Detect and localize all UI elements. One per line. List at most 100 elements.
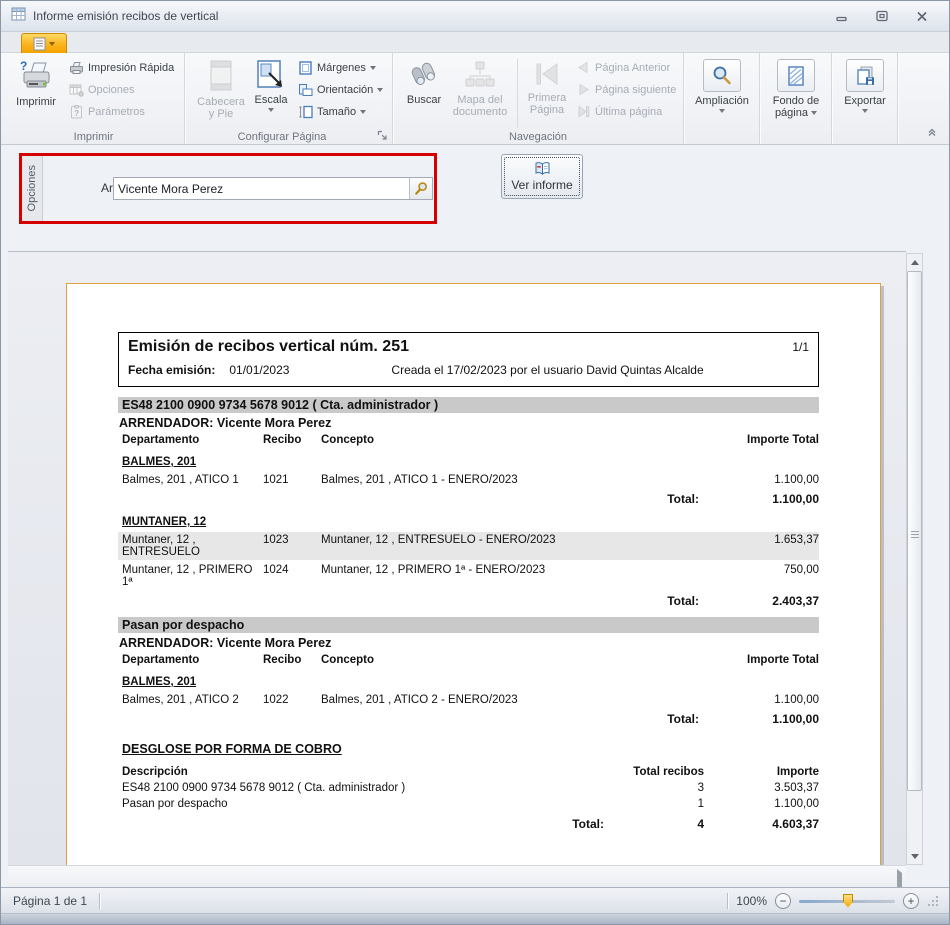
opciones-side-tab: Opciones xyxy=(22,156,43,221)
chevron-down-icon xyxy=(719,109,725,113)
ribbon-collapse-button[interactable] xyxy=(925,124,939,138)
mapa-documento-label: Mapa del documento xyxy=(449,94,511,118)
ultima-pagina-label: Última página xyxy=(595,106,662,118)
zoom-out-button[interactable]: − xyxy=(775,893,791,909)
col-recibo: Recibo xyxy=(263,434,321,446)
margenes-button[interactable]: Márgenes xyxy=(298,59,383,76)
printer-icon: ? xyxy=(19,59,53,93)
buscar-button[interactable]: Buscar xyxy=(401,56,447,106)
ultima-pagina-button[interactable]: Última página xyxy=(576,103,676,120)
impresion-rapida-label: Impresión Rápida xyxy=(88,62,174,74)
fondo-pagina-button[interactable]: Fondo de página xyxy=(765,56,827,119)
table-row: Muntaner, 12 , ENTRESUELO 1023 Muntaner,… xyxy=(118,532,819,560)
parameters-icon: ? xyxy=(69,105,84,119)
scroll-thumb[interactable] xyxy=(907,271,922,791)
primera-pagina-label: Primera Página xyxy=(523,92,571,116)
orientacion-label: Orientación xyxy=(317,84,373,96)
pagina-siguiente-button[interactable]: Página siguiente xyxy=(576,81,676,98)
close-icon xyxy=(914,8,930,24)
last-page-icon xyxy=(576,105,591,118)
chevron-down-icon xyxy=(377,88,383,92)
primera-pagina-button[interactable]: Primera Página xyxy=(523,56,571,116)
desglose-total-row: Total: 4 4.603,37 xyxy=(118,817,819,831)
exportar-button[interactable]: Exportar xyxy=(837,56,893,113)
vertical-scrollbar[interactable] xyxy=(906,253,923,865)
navegacion-small-buttons: Página Anterior Página siguiente Última … xyxy=(576,59,676,120)
orientacion-button[interactable]: Orientación xyxy=(298,81,383,98)
cabecera-pie-label: Cabecera y Pie xyxy=(195,96,247,120)
group-total-row: Total: 2.403,37 xyxy=(118,594,819,608)
desglose-row: ES48 2100 0900 9734 5678 9012 ( Cta. adm… xyxy=(118,782,819,794)
arrow-up-icon xyxy=(911,260,919,265)
ribbon-group-ampliacion: Ampliación xyxy=(684,53,760,144)
group-label-configurar: Configurar Página xyxy=(186,131,392,143)
pagina-anterior-button[interactable]: Página Anterior xyxy=(576,59,676,76)
restore-button[interactable] xyxy=(869,7,895,25)
imprimir-button[interactable]: ? Imprimir xyxy=(9,56,63,108)
section-band: ES48 2100 0900 9734 5678 9012 ( Cta. adm… xyxy=(118,397,819,413)
group-name: BALMES, 201 xyxy=(122,676,819,688)
group-label-navegacion: Navegación xyxy=(393,131,683,143)
margenes-label: Márgenes xyxy=(317,62,366,74)
parametros-button[interactable]: ? Parámetros xyxy=(69,103,174,120)
window-title: Informe emisión recibos de vertical xyxy=(33,9,218,23)
ver-informe-button[interactable]: Ver informe xyxy=(501,154,583,199)
chevron-down-icon xyxy=(360,110,366,114)
scroll-down-button[interactable] xyxy=(907,848,922,864)
resize-grip[interactable] xyxy=(927,895,939,907)
options-grid-icon xyxy=(69,83,84,97)
dialog-launcher-button[interactable] xyxy=(376,129,389,142)
zoom-slider[interactable] xyxy=(799,894,895,908)
zoom-percent-label: 100% xyxy=(736,894,767,908)
cabecera-pie-button[interactable]: Cabecera y Pie xyxy=(195,56,247,120)
table-row: Balmes, 201 , ATICO 2 1022 Balmes, 201 ,… xyxy=(118,692,819,708)
parametros-label: Parámetros xyxy=(88,106,145,118)
ampliacion-button[interactable]: Ampliación xyxy=(690,56,754,113)
escala-button[interactable]: Escala xyxy=(249,56,293,112)
slider-thumb[interactable] xyxy=(843,894,853,908)
fecha-emision-value: 01/01/2023 xyxy=(229,363,289,377)
col-concepto: Concepto xyxy=(321,434,699,446)
opciones-tab-label: Opciones xyxy=(26,165,38,211)
chevron-down-icon xyxy=(49,42,55,46)
restore-icon xyxy=(874,8,890,24)
ampliacion-label: Ampliación xyxy=(695,95,749,107)
chevron-down-icon xyxy=(370,66,376,70)
opciones-button[interactable]: Opciones xyxy=(69,81,174,98)
section-band: Pasan por despacho xyxy=(118,617,819,633)
pagina-anterior-label: Página Anterior xyxy=(595,62,670,74)
export-icon-box xyxy=(846,59,884,92)
horizontal-scrollbar[interactable] xyxy=(8,865,906,887)
impresion-rapida-button[interactable]: Impresión Rápida xyxy=(69,59,174,76)
zoom-in-button[interactable]: + xyxy=(903,893,919,909)
group-name: BALMES, 201 xyxy=(122,456,819,468)
export-icon xyxy=(854,65,876,87)
lookup-button[interactable] xyxy=(409,178,432,199)
file-menu-tab[interactable] xyxy=(21,33,67,53)
mapa-documento-button[interactable]: Mapa del documento xyxy=(449,56,511,118)
fondo-pagina-label: Fondo de página xyxy=(765,95,827,119)
table-row: Balmes, 201 , ATICO 1 1021 Balmes, 201 ,… xyxy=(118,472,819,488)
close-button[interactable] xyxy=(909,7,935,25)
size-icon xyxy=(298,105,313,119)
divider xyxy=(727,893,728,909)
minimize-button[interactable] xyxy=(829,7,855,25)
tamano-button[interactable]: Tamaño xyxy=(298,103,383,120)
configurar-small-buttons: Márgenes Orientación Tamaño xyxy=(298,59,383,120)
options-panel: Opciones Arrendador: Ver informe xyxy=(1,145,949,251)
divider xyxy=(517,59,518,128)
exportar-label: Exportar xyxy=(844,95,886,107)
ribbon-group-configurar-pagina: Cabecera y Pie Escala Márgenes Orientaci… xyxy=(186,53,393,144)
ribbon: ? Imprimir Impresión Rápida Opciones ? P… xyxy=(1,53,949,145)
header-footer-icon xyxy=(206,59,236,93)
document-icon xyxy=(33,37,46,51)
table-row: Muntaner, 12 , PRIMERO 1ª 1024 Muntaner,… xyxy=(118,562,819,590)
arrendador-input[interactable] xyxy=(114,178,409,199)
ribbon-tab-row xyxy=(1,32,949,53)
page-background-icon xyxy=(785,65,807,87)
scale-icon xyxy=(255,59,287,91)
scroll-up-button[interactable] xyxy=(907,254,922,270)
first-page-icon xyxy=(532,59,562,89)
opciones-label: Opciones xyxy=(88,84,134,96)
window-bottom-frame xyxy=(1,913,949,924)
